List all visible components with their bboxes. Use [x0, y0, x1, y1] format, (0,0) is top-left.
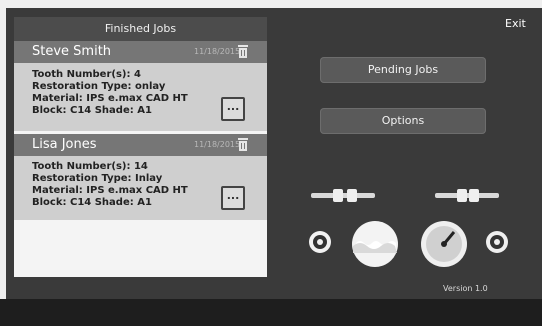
bottom-bar — [0, 299, 542, 326]
version-label: Version 1.0 — [443, 284, 488, 293]
top-border — [0, 0, 542, 8]
tooth-number-text: Tooth Number(s): 14 — [32, 161, 148, 172]
timer-icon[interactable] — [307, 229, 333, 255]
exit-button[interactable]: Exit — [505, 17, 526, 30]
job-card-body: Tooth Number(s): 14 Restoration Type: In… — [14, 156, 267, 220]
job-card-header[interactable]: Lisa Jones 11/18/2015 — [14, 134, 267, 156]
trash-icon[interactable] — [237, 44, 249, 59]
job-client-name: Lisa Jones — [32, 137, 97, 152]
job-client-name: Steve Smith — [32, 44, 112, 59]
restoration-type-text: Restoration Type: Inlay — [32, 173, 163, 184]
pending-jobs-button[interactable]: Pending Jobs — [320, 57, 486, 83]
material-text: Material: IPS e.max CAD HT — [32, 185, 188, 196]
restoration-type-text: Restoration Type: onlay — [32, 81, 166, 92]
left-border — [0, 0, 6, 326]
options-button[interactable]: Options — [320, 108, 486, 134]
water-level-icon[interactable] — [350, 219, 400, 269]
trash-icon[interactable] — [237, 137, 249, 152]
block-shade-text: Block: C14 Shade: A1 — [32, 197, 152, 208]
material-text: Material: IPS e.max CAD HT — [32, 93, 188, 104]
slider-icon[interactable] — [433, 181, 501, 211]
more-details-button[interactable]: ... — [221, 186, 245, 210]
more-details-button[interactable]: ... — [221, 97, 245, 121]
job-date: 11/18/2015 — [194, 140, 241, 149]
job-card-header[interactable]: Steve Smith 11/18/2015 — [14, 41, 267, 63]
job-date: 11/18/2015 — [194, 47, 241, 56]
tooth-number-text: Tooth Number(s): 4 — [32, 69, 141, 80]
gauge-icon[interactable] — [419, 219, 469, 269]
job-card-body: Tooth Number(s): 4 Restoration Type: onl… — [14, 63, 267, 131]
block-shade-text: Block: C14 Shade: A1 — [32, 105, 152, 116]
slider-icon[interactable] — [309, 181, 377, 211]
finished-jobs-title: Finished Jobs — [14, 17, 267, 41]
dial-icon[interactable] — [484, 229, 510, 255]
